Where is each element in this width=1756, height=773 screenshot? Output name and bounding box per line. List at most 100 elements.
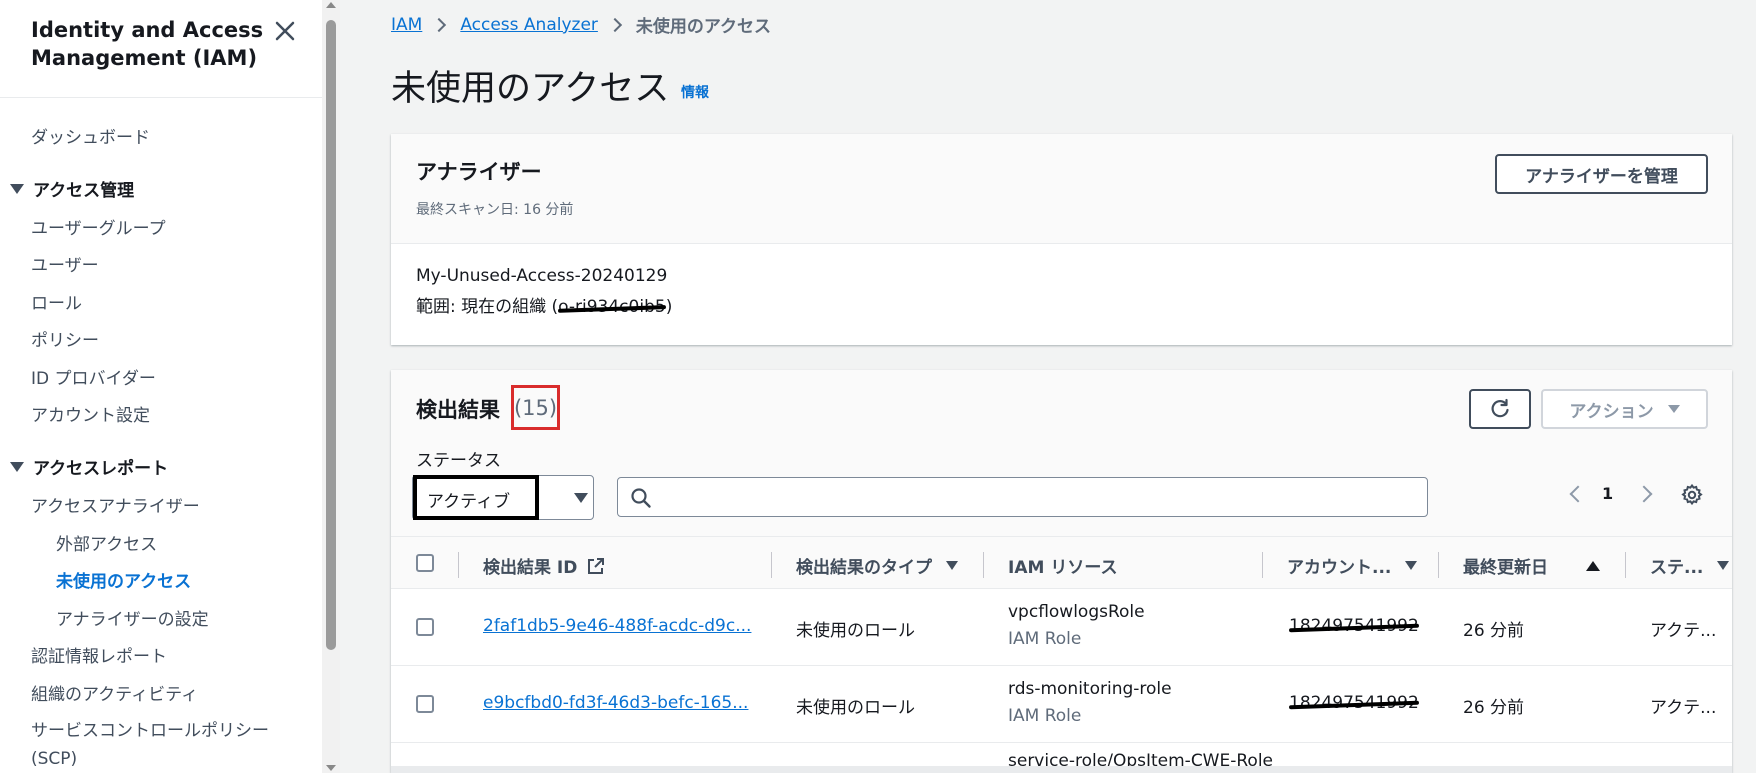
caret-down-icon (574, 493, 588, 503)
table-horizontal-scrollbar[interactable] (391, 766, 1732, 773)
column-divider (1625, 552, 1626, 578)
breadcrumb-iam[interactable]: IAM (391, 15, 422, 35)
sidebar-scrollbar[interactable] (322, 0, 340, 773)
gear-icon[interactable] (1680, 483, 1704, 507)
findings-header: 検出結果 (15) アクション ステータス アクティブ 1 (391, 370, 1732, 536)
chevron-right-icon (607, 17, 622, 32)
sidebar-section-access-management[interactable]: アクセス管理 (10, 176, 134, 201)
column-header-label: ステ... (1650, 558, 1704, 578)
redacted-account-id: 182497541992 (1289, 616, 1419, 636)
sidebar-item-scp[interactable]: サービスコントロールポリシー (SCP) (31, 717, 291, 773)
finding-status: アクテ... (1650, 621, 1717, 641)
sidebar-item-access-analyzer[interactable]: アクセスアナライザー (31, 492, 200, 517)
column-header-status[interactable]: ステ... (1650, 553, 1730, 578)
scroll-thumb[interactable] (326, 20, 336, 650)
column-divider (771, 552, 772, 578)
analyzer-name: My-Unused-Access-20240129 (416, 266, 668, 286)
close-icon[interactable] (272, 18, 298, 44)
column-header-last-updated[interactable]: 最終更新日 (1463, 553, 1600, 578)
last-updated: 26 分前 (1463, 698, 1525, 718)
sort-icon (1405, 561, 1418, 570)
analyzer-card: アナライザー 最終スキャン日: 16 分前 アナライザーを管理 My-Unuse… (391, 134, 1732, 345)
analyzer-scope: 範囲: 現在の組織 (o-ri934c0ib5) (416, 292, 672, 317)
scroll-down-arrow-icon[interactable] (326, 765, 336, 771)
sidebar-item-external-access[interactable]: 外部アクセス (56, 530, 157, 555)
sidebar-item-unused-access[interactable]: 未使用のアクセス (56, 567, 191, 592)
search-icon (631, 488, 651, 508)
sidebar-item-users[interactable]: ユーザー (31, 251, 99, 276)
iam-resource-type: IAM Role (1008, 629, 1082, 649)
sidebar-item-roles[interactable]: ロール (31, 289, 82, 314)
row-checkbox[interactable] (416, 695, 434, 713)
sidebar-section-access-reports[interactable]: アクセスレポート (10, 454, 168, 479)
sidebar-section-label: アクセス管理 (33, 181, 135, 201)
scroll-up-arrow-icon[interactable] (326, 2, 336, 8)
breadcrumb-current: 未使用のアクセス (635, 17, 772, 37)
sort-icon (946, 561, 958, 570)
scope-end: ) (665, 297, 673, 317)
search-field[interactable] (617, 477, 1428, 517)
sidebar-item-policies[interactable]: ポリシー (31, 326, 99, 351)
scope-label: 範囲: 現在の組織 ( (416, 297, 559, 317)
redacted-org-id: o-ri934c0ib5 (558, 297, 666, 317)
column-divider (1262, 552, 1263, 578)
chevron-right-icon (432, 17, 447, 32)
breadcrumb: IAM Access Analyzer 未使用のアクセス (391, 12, 772, 38)
finding-status: アクテ... (1650, 698, 1717, 718)
table-row[interactable]: 2faf1db5-9e46-488f-acdc-d9c... 未使用のロール v… (391, 589, 1732, 666)
iam-resource-name: rds-monitoring-role (1008, 679, 1172, 699)
sort-icon (1717, 561, 1730, 570)
sidebar-item-analyzer-settings[interactable]: アナライザーの設定 (56, 605, 209, 630)
row-checkbox[interactable] (416, 618, 434, 636)
sidebar-item-organization-activity[interactable]: 組織のアクティビティ (31, 680, 198, 705)
sidebar-title: Identity and Access Management (IAM) (31, 18, 264, 70)
manage-analyzer-button[interactable]: アナライザーを管理 (1495, 154, 1708, 194)
redacted-account-id: 182497541992 (1289, 693, 1419, 713)
column-header-finding-id[interactable]: 検出結果 ID (483, 553, 605, 578)
caret-down-icon (10, 461, 24, 472)
findings-card: 検出結果 (15) アクション ステータス アクティブ 1 検出結果 ID 検出… (391, 370, 1732, 773)
column-header-label: 最終更新日 (1463, 558, 1548, 578)
analyzer-heading: アナライザー (416, 160, 542, 184)
sidebar-divider (0, 97, 322, 98)
sidebar-item-credential-report[interactable]: 認証情報レポート (31, 642, 167, 667)
caret-down-icon (1667, 405, 1680, 413)
finding-id-link[interactable]: 2faf1db5-9e46-488f-acdc-d9c... (483, 616, 751, 636)
sidebar-item-identity-providers[interactable]: ID プロバイダー (31, 364, 156, 389)
sidebar-item-dashboard[interactable]: ダッシュボード (31, 123, 150, 148)
status-select-value: アクティブ (427, 492, 511, 512)
caret-down-icon (10, 183, 24, 194)
external-link-icon (588, 557, 605, 574)
sidebar: Identity and Access Management (IAM) ダッシ… (0, 0, 322, 773)
pagination-prev-icon[interactable] (1569, 485, 1587, 503)
refresh-icon (1491, 398, 1509, 418)
findings-count: (15) (511, 385, 560, 430)
column-header-finding-type[interactable]: 検出結果のタイプ (796, 553, 958, 578)
pagination-page[interactable]: 1 (1602, 484, 1613, 503)
actions-button[interactable]: アクション (1541, 389, 1708, 429)
breadcrumb-access-analyzer[interactable]: Access Analyzer (460, 15, 598, 35)
refresh-button[interactable] (1469, 389, 1531, 429)
table-row[interactable]: e9bcfbd0-fd3f-46d3-befc-165... 未使用のロール r… (391, 666, 1732, 743)
iam-resource-type: IAM Role (1008, 706, 1082, 726)
status-filter-label: ステータス (416, 451, 501, 471)
search-input[interactable] (660, 486, 1410, 508)
page-title: 未使用のアクセス (391, 69, 670, 109)
analyzer-card-header: アナライザー 最終スキャン日: 16 分前 アナライザーを管理 (391, 134, 1732, 244)
column-header-account[interactable]: アカウント... (1287, 553, 1418, 578)
finding-type: 未使用のロール (796, 621, 915, 641)
sidebar-item-user-groups[interactable]: ユーザーグループ (31, 214, 166, 239)
actions-button-label: アクション (1569, 401, 1654, 422)
column-header-label: アカウント... (1287, 558, 1392, 578)
finding-type: 未使用のロール (796, 698, 915, 718)
select-all-checkbox[interactable] (416, 554, 434, 572)
column-divider (983, 552, 984, 578)
column-header-label: 検出結果 ID (483, 558, 578, 578)
finding-id-link[interactable]: e9bcfbd0-fd3f-46d3-befc-165... (483, 693, 748, 713)
column-divider (458, 552, 459, 578)
pagination-next-icon[interactable] (1635, 485, 1653, 503)
sidebar-item-account-settings[interactable]: アカウント設定 (31, 401, 150, 426)
table-header: 検出結果 ID 検出結果のタイプ IAM リソース アカウント... 最終更新日… (391, 536, 1732, 589)
info-link[interactable]: 情報 (681, 82, 709, 102)
column-header-iam-resource[interactable]: IAM リソース (1008, 553, 1117, 578)
